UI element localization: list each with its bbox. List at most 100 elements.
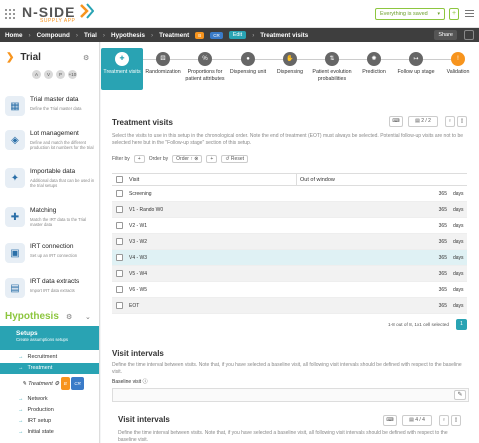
step-dispensing-unit[interactable]: ● Dispensing unit: [227, 48, 269, 76]
column-header[interactable]: Visit: [129, 174, 139, 186]
keyboard-icon[interactable]: ⌨: [383, 415, 397, 426]
share-button[interactable]: Share: [434, 30, 457, 40]
visit-value[interactable]: 365: [437, 186, 447, 202]
row-checkbox[interactable]: [116, 286, 123, 293]
row-checkbox[interactable]: [116, 222, 123, 229]
save-status[interactable]: Everything is saved ▾: [375, 8, 445, 20]
table-row[interactable]: EOT 365 days: [112, 298, 467, 314]
row-checkbox[interactable]: [116, 206, 123, 213]
visit-value[interactable]: 365: [437, 250, 447, 266]
edit-button[interactable]: Edit: [228, 31, 247, 39]
table-row[interactable]: V1 - Rando W0 365 days: [112, 202, 467, 218]
setups-section[interactable]: Setups Create assumptions setups: [0, 326, 99, 350]
step-treatment-visits[interactable]: ✚ Treatment visits: [101, 48, 143, 90]
add-order-button[interactable]: +: [206, 155, 218, 163]
sidebar-item-trial-master-data[interactable]: ▦ Trial master data Define the Trial mas…: [5, 94, 97, 124]
breadcrumb-trial[interactable]: Trial: [84, 32, 97, 39]
order-select[interactable]: Order ↑ ⊗: [172, 155, 203, 163]
sidebar-item-importable-data[interactable]: ✦ Importable data Additional data that c…: [5, 166, 97, 196]
visit-value[interactable]: 365: [437, 234, 447, 250]
selection-counter[interactable]: ▤ 4 / 4: [402, 415, 432, 426]
avatar[interactable]: V: [44, 70, 53, 79]
visit-name: V1 - Rando W0: [129, 207, 164, 213]
visit-unit: days: [453, 191, 464, 197]
select-all-checkbox[interactable]: [116, 176, 123, 183]
avatar[interactable]: P: [56, 70, 65, 79]
tree-item-production[interactable]: → Production: [0, 405, 99, 416]
keyboard-icon[interactable]: ⌨: [389, 116, 403, 127]
row-checkbox[interactable]: [116, 302, 123, 309]
table-row[interactable]: Screening 365 days: [112, 186, 467, 202]
tree-item-treatment[interactable]: → Treatment: [0, 363, 99, 374]
table-header: Visit Out of window: [112, 174, 467, 186]
tree-item-treatment-setup[interactable]: ✎ Treatment ⚙ B CR: [0, 377, 99, 390]
section-description: Define the time interval between visits.…: [118, 430, 448, 443]
app-logo: N-SIDE SUPPLY APP: [22, 4, 75, 24]
visit-value[interactable]: 365: [437, 282, 447, 298]
table-row[interactable]: V2 - W1 365 days: [112, 218, 467, 234]
sidebar-item-matching[interactable]: ✚ Matching Match the IRT data to the Tri…: [5, 205, 97, 235]
sidebar-item-desc: Define and match the different productio…: [30, 140, 94, 150]
app-grid-icon[interactable]: [5, 9, 15, 19]
sidebar-item-irt-data-extracts[interactable]: ▤ IRT data extracts Import IRT data extr…: [5, 276, 97, 306]
table-row[interactable]: V4 - W3 365 days: [112, 250, 467, 266]
sidebar-item-label: Trial master data: [30, 96, 79, 103]
visit-value[interactable]: 365: [437, 202, 447, 218]
step-label: Dispensing: [276, 69, 304, 75]
delete-button[interactable]: ▯: [451, 415, 461, 426]
pencil-icon[interactable]: ✎: [454, 390, 466, 400]
gear-icon[interactable]: ⚙: [54, 381, 59, 387]
arrow-right-icon: →: [18, 396, 24, 402]
tree-item-label: Network: [27, 396, 48, 402]
visit-value[interactable]: 365: [437, 218, 447, 234]
step-patient-evolution[interactable]: ⇅ Patient evolution probabilities: [311, 48, 353, 83]
row-checkbox[interactable]: [116, 238, 123, 245]
sidebar-item-lot-management[interactable]: ◈ Lot management Define and match the di…: [5, 128, 97, 158]
tree-item-network[interactable]: → Network: [0, 394, 99, 405]
pin-button[interactable]: ♀: [445, 116, 455, 127]
gear-icon[interactable]: ⚙: [83, 54, 89, 62]
gear-icon[interactable]: ⚙: [66, 313, 72, 321]
row-checkbox[interactable]: [116, 190, 123, 197]
page-button[interactable]: 1: [456, 319, 467, 330]
breadcrumb-compound[interactable]: Compound: [37, 32, 70, 39]
table-row[interactable]: V6 - W5 365 days: [112, 282, 467, 298]
expand-button[interactable]: [464, 30, 474, 40]
pin-button[interactable]: ♀: [439, 415, 449, 426]
step-validation[interactable]: ! Validation: [437, 48, 479, 76]
delete-button[interactable]: ▯: [457, 116, 467, 127]
sidebar-item-desc: Match the IRT data to the Trial master d…: [30, 217, 87, 227]
row-checkbox[interactable]: [116, 270, 123, 277]
step-dispensing[interactable]: ✋ Dispensing: [269, 48, 311, 76]
tree-item-label: Initial state: [27, 429, 54, 435]
tree-item-recruitment[interactable]: → Recruitment: [0, 352, 99, 363]
step-randomization[interactable]: ⚄ Randomization: [142, 48, 184, 76]
table-row[interactable]: V3 - W2 365 days: [112, 234, 467, 250]
add-filter-button[interactable]: +: [133, 155, 145, 163]
chevron-down-icon[interactable]: ⌄: [85, 313, 91, 321]
reset-button[interactable]: ↺ Reset: [221, 155, 248, 163]
visit-value[interactable]: 365: [437, 266, 447, 282]
avatar[interactable]: A: [32, 70, 41, 79]
tree-item-irt-setup[interactable]: → IRT setup: [0, 416, 99, 427]
counter-text: 4 / 4: [415, 417, 425, 423]
step-follow-up[interactable]: ↦ Follow up stage: [395, 48, 437, 76]
sidebar-item-irt-connection[interactable]: ▣ IRT connection Set up an IRT connectio…: [5, 241, 97, 271]
tree-item-initial-state[interactable]: → Initial state: [0, 427, 99, 438]
step-proportions[interactable]: % Proportions for patient attributes: [184, 48, 226, 83]
column-header[interactable]: Out of window: [296, 174, 335, 185]
selection-counter[interactable]: ▤ 2 / 2: [408, 116, 438, 127]
breadcrumb-current: Treatment visits: [260, 31, 309, 39]
row-checkbox[interactable]: [116, 254, 123, 261]
arrow-right-icon: →: [18, 418, 24, 424]
step-prediction[interactable]: ✺ Prediction: [353, 48, 395, 76]
breadcrumb-hypothesis[interactable]: Hypothesis: [111, 32, 145, 39]
visit-value[interactable]: 365: [437, 298, 447, 314]
menu-icon[interactable]: [465, 10, 474, 18]
breadcrumb-home[interactable]: Home: [5, 32, 23, 39]
table-row[interactable]: V5 - W4 365 days: [112, 266, 467, 282]
baseline-visit-field[interactable]: ✎: [112, 388, 469, 402]
avatar-more[interactable]: +10: [68, 70, 77, 79]
add-button[interactable]: +: [449, 8, 459, 20]
breadcrumb-treatment[interactable]: Treatment: [159, 32, 189, 39]
